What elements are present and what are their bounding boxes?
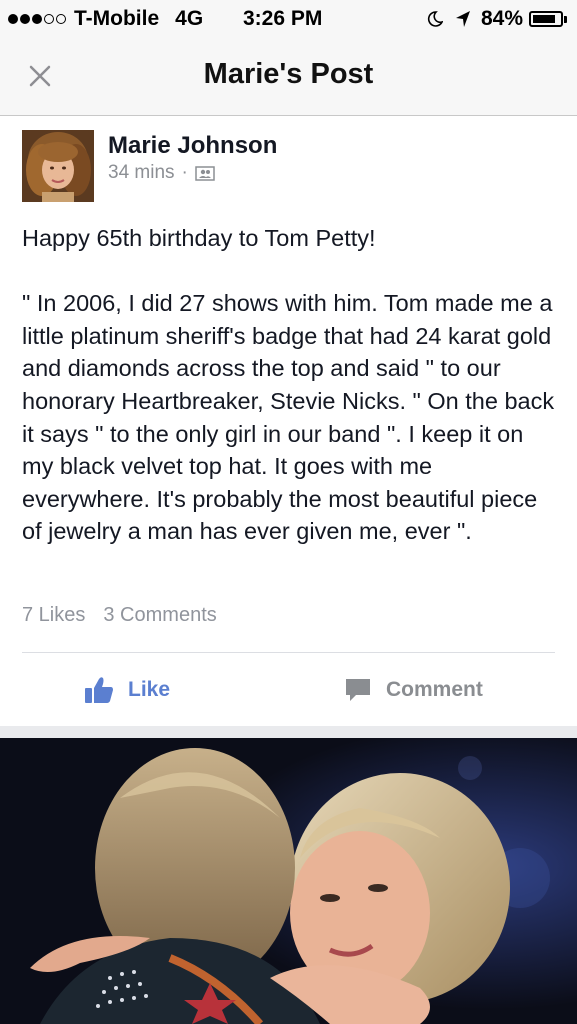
status-bar: T-Mobile 4G 3:26 PM 84%: [0, 0, 577, 40]
likes-count[interactable]: 7 Likes: [22, 604, 85, 627]
speech-bubble-icon: [346, 679, 370, 701]
post-body-text: Happy 65th birthday to Tom Petty! " In 2…: [22, 225, 555, 545]
author-name[interactable]: Marie Johnson: [108, 132, 277, 160]
friends-icon: [195, 165, 215, 181]
navigation-bar: Marie's Post: [0, 40, 577, 116]
comments-count[interactable]: 3 Comments: [103, 604, 216, 627]
signal-strength-icon: [8, 14, 68, 24]
thumbs-up-icon: [85, 677, 113, 703]
status-left: T-Mobile 4G: [8, 7, 203, 31]
post-meta: 34 mins ·: [108, 162, 215, 184]
comment-button[interactable]: Comment: [344, 672, 483, 708]
post-timestamp[interactable]: 34 mins: [108, 162, 175, 184]
page-title: Marie's Post: [203, 58, 374, 90]
battery-percent: 84%: [480, 7, 523, 30]
post-photo[interactable]: [0, 738, 577, 1024]
like-button[interactable]: Like: [84, 672, 170, 708]
location-arrow-icon: [455, 11, 470, 27]
carrier-name: T-Mobile: [74, 7, 160, 30]
comment-label: Comment: [386, 678, 483, 701]
status-time: 3:26 PM: [243, 7, 323, 30]
network-type: 4G: [175, 7, 204, 30]
battery-icon: [529, 11, 563, 27]
meta-separator: ·: [181, 162, 188, 183]
engagement-counts: 7 Likes 3 Comments: [22, 604, 217, 627]
status-right: 84%: [427, 7, 567, 31]
like-label: Like: [128, 678, 171, 701]
post-card: Marie Johnson 34 mins · Happy 65th birth…: [0, 116, 577, 726]
do-not-disturb-moon-icon: [427, 11, 443, 27]
divider: [22, 652, 555, 653]
section-gap: [0, 726, 577, 738]
avatar[interactable]: [22, 130, 94, 202]
